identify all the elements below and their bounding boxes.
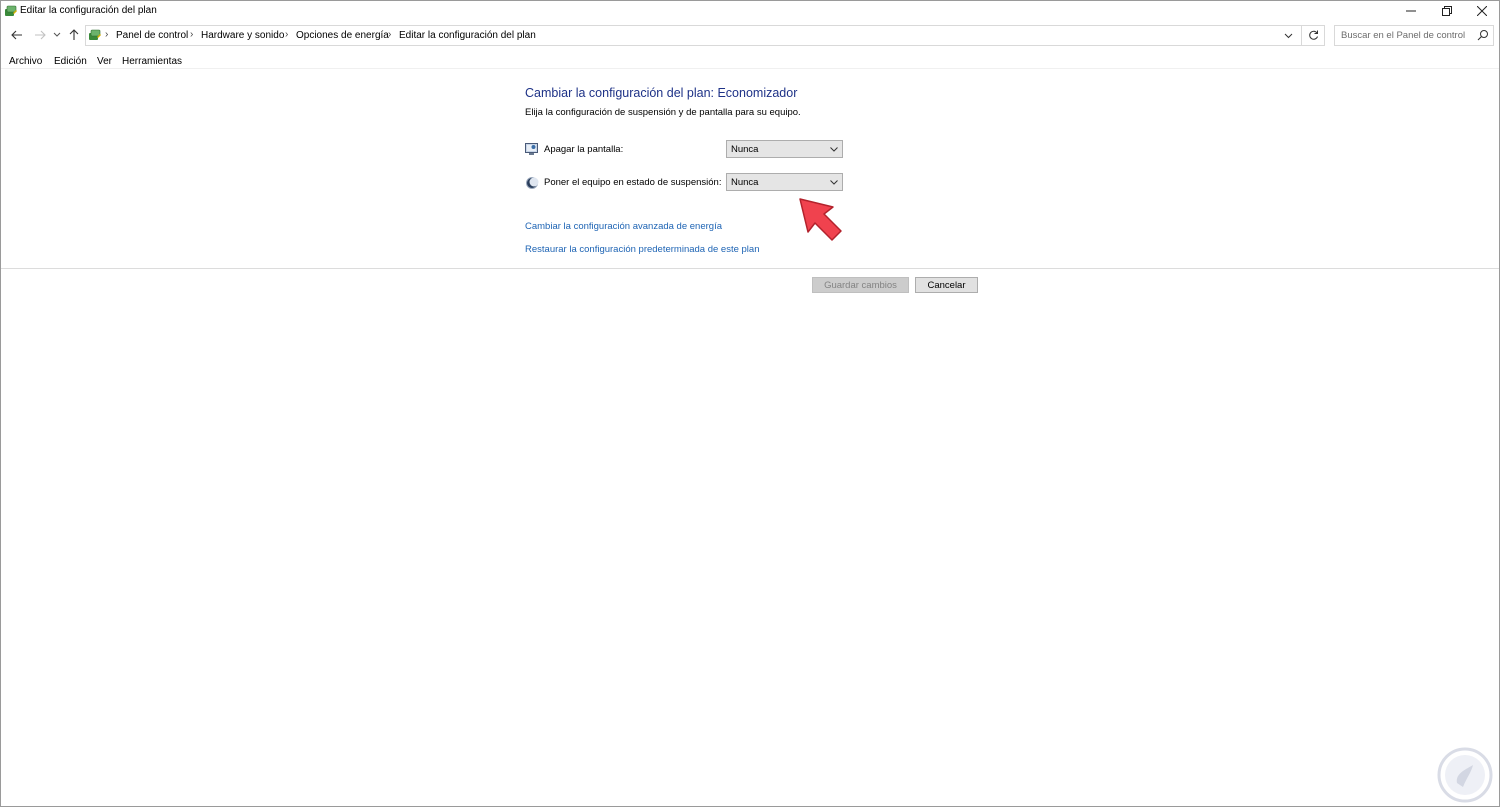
sleep-label: Poner el equipo en estado de suspensión: (544, 177, 722, 188)
search-icon[interactable] (1477, 29, 1489, 41)
breadcrumb-separator[interactable]: › (190, 29, 193, 40)
menu-herramientas[interactable]: Herramientas (122, 56, 182, 67)
back-arrow-icon (11, 30, 22, 40)
title-bar: Editar la configuración del plan (1, 1, 1499, 21)
control-panel-window: Editar la configuración del plan › Panel… (0, 0, 1500, 807)
breadcrumb-separator[interactable]: › (105, 29, 108, 40)
power-options-icon (5, 5, 17, 16)
back-button[interactable] (9, 26, 25, 44)
window-title: Editar la configuración del plan (20, 5, 157, 16)
advanced-power-settings-link[interactable]: Cambiar la configuración avanzada de ene… (525, 221, 722, 232)
sleep-value: Nunca (731, 177, 759, 188)
pointer-arrow-icon (799, 198, 842, 241)
turn-off-display-label: Apagar la pantalla: (544, 144, 624, 155)
monitor-icon (525, 143, 538, 155)
refresh-button[interactable] (1301, 25, 1325, 46)
turn-off-display-select[interactable]: Nunca (726, 140, 843, 158)
address-bar[interactable]: › Panel de control › Hardware y sonido ›… (85, 25, 1325, 46)
breadcrumb-editar-plan[interactable]: Editar la configuración del plan (399, 30, 536, 41)
restore-icon (1442, 6, 1452, 16)
menu-edicion[interactable]: Edición (54, 56, 87, 67)
content-divider (1, 268, 1499, 269)
search-input[interactable]: Buscar en el Panel de control (1334, 25, 1494, 46)
forward-arrow-icon (35, 30, 46, 40)
chevron-down-icon (830, 180, 838, 185)
menu-ver[interactable]: Ver (97, 56, 112, 67)
sleep-select[interactable]: Nunca (726, 173, 843, 191)
close-button[interactable] (1464, 1, 1499, 21)
turn-off-display-value: Nunca (731, 144, 759, 155)
page-title: Cambiar la configuración del plan: Econo… (525, 86, 798, 100)
breadcrumb-separator[interactable]: › (285, 29, 288, 40)
menu-divider (1, 68, 1499, 69)
chevron-down-icon (830, 147, 838, 152)
close-icon (1477, 6, 1487, 16)
breadcrumb-hardware-y-sonido[interactable]: Hardware y sonido (201, 30, 284, 41)
restore-defaults-link[interactable]: Restaurar la configuración predeterminad… (525, 244, 759, 255)
breadcrumb-separator[interactable]: › (388, 29, 391, 40)
up-button[interactable] (66, 26, 82, 44)
page-subtitle: Elija la configuración de suspensión y d… (525, 107, 801, 118)
chevron-down-icon (53, 32, 61, 37)
forward-button[interactable] (32, 26, 48, 44)
breadcrumb-opciones-de-energia[interactable]: Opciones de energía (296, 30, 389, 41)
menu-archivo[interactable]: Archivo (9, 56, 42, 67)
control-panel-icon (89, 29, 101, 40)
breadcrumb-panel-de-control[interactable]: Panel de control (116, 30, 188, 41)
refresh-icon (1308, 30, 1318, 40)
restore-button[interactable] (1429, 1, 1465, 21)
up-arrow-icon (69, 29, 79, 40)
recent-locations-button[interactable] (51, 26, 63, 44)
search-placeholder: Buscar en el Panel de control (1341, 30, 1466, 41)
minimize-icon (1406, 10, 1416, 12)
moon-icon (526, 177, 539, 189)
logo-watermark-icon (1437, 747, 1493, 803)
minimize-button[interactable] (1393, 1, 1429, 21)
save-changes-button[interactable]: Guardar cambios (812, 277, 909, 293)
cancel-button[interactable]: Cancelar (915, 277, 978, 293)
address-history-dropdown[interactable] (1282, 29, 1294, 43)
chevron-down-icon (1284, 33, 1292, 39)
